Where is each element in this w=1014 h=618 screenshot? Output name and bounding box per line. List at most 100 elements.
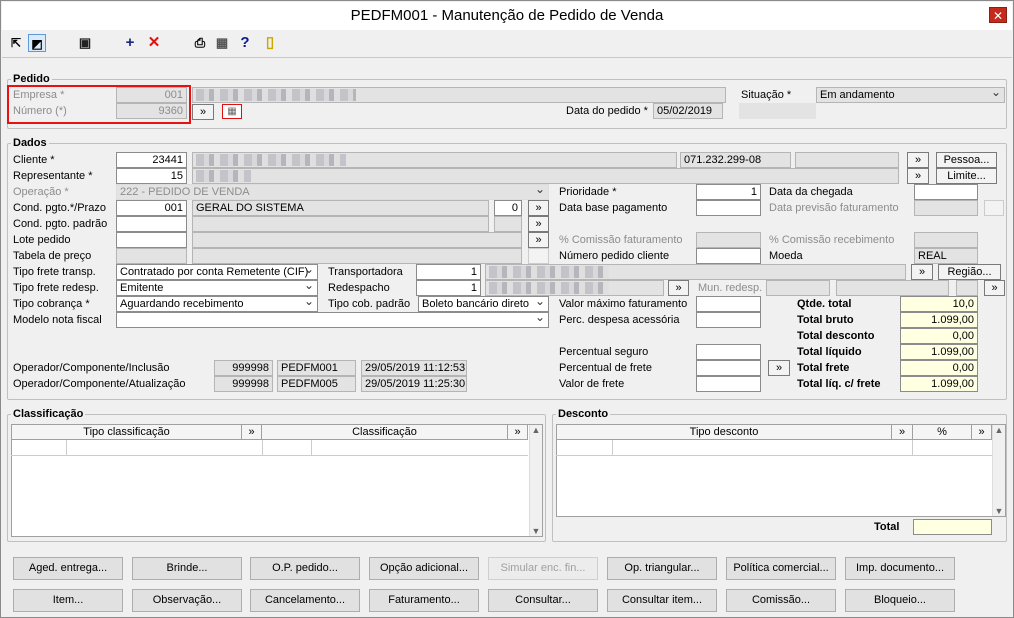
add-icon[interactable]: + <box>121 34 139 52</box>
print-icon[interactable]: ⎙ <box>191 34 209 52</box>
frete-transp-select[interactable]: Contratado por conta Remetente (CIF) <box>116 264 318 280</box>
cond-pgto-padrao-label: Cond. pgto. padrão <box>13 218 108 230</box>
valor-frete-field[interactable] <box>696 376 761 392</box>
comissao-rec-label: % Comissão recebimento <box>769 234 895 246</box>
desconto-scrollbar[interactable]: ▲ ▼ <box>992 425 1005 516</box>
col-classificacao[interactable]: Classificação <box>261 424 508 440</box>
comissao-rec-field <box>914 232 978 248</box>
lote-label: Lote pedido <box>13 234 71 246</box>
imp-documento-button[interactable]: Imp. documento... <box>845 557 955 580</box>
politica-comercial-button[interactable]: Política comercial... <box>726 557 836 580</box>
cliente-lookup-button[interactable]: » <box>907 152 929 168</box>
brinde-button[interactable]: Brinde... <box>132 557 242 580</box>
situacao-select[interactable]: Em andamento <box>816 87 1005 103</box>
perc-desp-field[interactable] <box>696 312 761 328</box>
redespacho-field[interactable]: 1 <box>416 280 481 296</box>
faturamento-button[interactable]: Faturamento... <box>369 589 479 612</box>
empresa-field: 001 <box>116 87 187 103</box>
window-icon[interactable]: ◩ <box>28 34 46 52</box>
transportadora-lookup-button[interactable]: » <box>911 264 933 280</box>
valor-max-label: Valor máximo faturamento <box>559 298 688 310</box>
transportadora-name-field <box>485 264 906 280</box>
save-icon[interactable]: ▣ <box>76 34 94 52</box>
cond-pgto-lookup-button[interactable]: » <box>528 200 549 216</box>
data-chegada-label: Data da chegada <box>769 186 853 198</box>
modelo-nf-select[interactable] <box>116 312 549 328</box>
redespacho-name-field <box>485 280 664 296</box>
total-value: 10,0 <box>900 296 978 312</box>
consultar-button[interactable]: Consultar... <box>488 589 598 612</box>
tipo-desconto-lookup-button[interactable]: » <box>891 424 913 440</box>
data-previsao-field <box>914 200 978 216</box>
classificacao-scrollbar[interactable]: ▲ ▼ <box>529 425 542 536</box>
lote-lookup-button[interactable]: » <box>528 232 549 248</box>
representante-name-field <box>192 168 899 184</box>
op-pedido-button[interactable]: O.P. pedido... <box>250 557 360 580</box>
numero-lookup-button[interactable]: » <box>192 104 214 120</box>
window-title: PEDFM001 - Manutenção de Pedido de Venda <box>2 2 1012 30</box>
pessoa-button[interactable]: Pessoa... <box>936 152 997 168</box>
calendar-icon[interactable]: ▦ <box>222 104 242 119</box>
classificacao-lookup-button[interactable]: » <box>507 424 528 440</box>
tipo-classificacao-lookup-button[interactable]: » <box>241 424 262 440</box>
data-previsao-label: Data previsão faturamento <box>769 202 899 214</box>
cancelamento-button[interactable]: Cancelamento... <box>250 589 360 612</box>
arrow-icon[interactable]: ⇱ <box>7 34 25 52</box>
delete-icon[interactable]: ✕ <box>145 34 163 52</box>
cob-padrao-select[interactable]: Boleto bancário direto <box>418 296 549 312</box>
transportadora-field[interactable]: 1 <box>416 264 481 280</box>
close-button[interactable]: ✕ <box>989 7 1007 23</box>
calendar-icon[interactable]: ▦ <box>213 34 231 52</box>
help-icon[interactable]: ? <box>236 34 254 52</box>
mun-redesp-lookup-button[interactable]: » <box>984 280 1005 296</box>
data-previsao-calendar-button <box>984 200 1004 216</box>
cliente-cpf-field: 071.232.299-08 <box>680 152 791 168</box>
cobranca-select[interactable]: Aguardando recebimento <box>116 296 318 312</box>
col-tipo-classificacao[interactable]: Tipo classificação <box>11 424 242 440</box>
frete-lookup-button[interactable]: » <box>768 360 790 376</box>
redespacho-lookup-button[interactable]: » <box>668 280 689 296</box>
inclusao-componente: PEDFM001 <box>277 360 356 376</box>
cliente-field[interactable]: 23441 <box>116 152 187 168</box>
perc-seguro-field[interactable] <box>696 344 761 360</box>
perc-frete-field[interactable] <box>696 360 761 376</box>
lote-field[interactable] <box>116 232 187 248</box>
exit-icon[interactable]: ▯ <box>261 34 279 52</box>
observacao-button[interactable]: Observação... <box>132 589 242 612</box>
representante-field[interactable]: 15 <box>116 168 187 184</box>
table-row[interactable] <box>11 440 528 456</box>
cond-pgto-padrao-field[interactable] <box>116 216 187 232</box>
data-chegada-field[interactable] <box>914 184 978 200</box>
atualizacao-label: Operador/Componente/Atualização <box>13 378 186 390</box>
valor-max-field[interactable] <box>696 296 761 312</box>
op-triangular-button[interactable]: Op. triangular... <box>607 557 717 580</box>
percentual-lookup-button[interactable]: » <box>971 424 992 440</box>
prazo-field[interactable]: 0 <box>494 200 522 216</box>
consultar-item-button[interactable]: Consultar item... <box>607 589 717 612</box>
comissao-button[interactable]: Comissão... <box>726 589 836 612</box>
col-percentual[interactable]: % <box>912 424 972 440</box>
total-value: 1.099,00 <box>900 376 978 392</box>
cond-pgto-field[interactable]: 001 <box>116 200 187 216</box>
limite-button[interactable]: Limite... <box>936 168 997 184</box>
total-label: Total líquido <box>797 346 862 358</box>
frete-redesp-select[interactable]: Emitente <box>116 280 318 296</box>
num-pedido-cliente-field[interactable] <box>696 248 761 264</box>
bloqueio-button[interactable]: Bloqueio... <box>845 589 955 612</box>
cond-pgto-padrao-lookup-button[interactable]: » <box>528 216 549 232</box>
desconto-group-label: Desconto <box>556 408 611 420</box>
col-tipo-desconto[interactable]: Tipo desconto <box>556 424 892 440</box>
cliente-name-field <box>192 152 677 168</box>
opcao-adicional-button[interactable]: Opção adicional... <box>369 557 479 580</box>
item-button[interactable]: Item... <box>13 589 123 612</box>
inclusao-operador: 999998 <box>214 360 273 376</box>
aged-entrega-button[interactable]: Aged. entrega... <box>13 557 123 580</box>
mun-redesp-field <box>766 280 830 296</box>
regiao-button[interactable]: Região... <box>938 264 1001 280</box>
table-row[interactable] <box>556 440 992 456</box>
data-base-label: Data base pagamento <box>559 202 668 214</box>
data-base-field[interactable] <box>696 200 761 216</box>
tabela-preco-desc <box>192 248 522 264</box>
prioridade-field[interactable]: 1 <box>696 184 761 200</box>
representante-lookup-button[interactable]: » <box>907 168 929 184</box>
